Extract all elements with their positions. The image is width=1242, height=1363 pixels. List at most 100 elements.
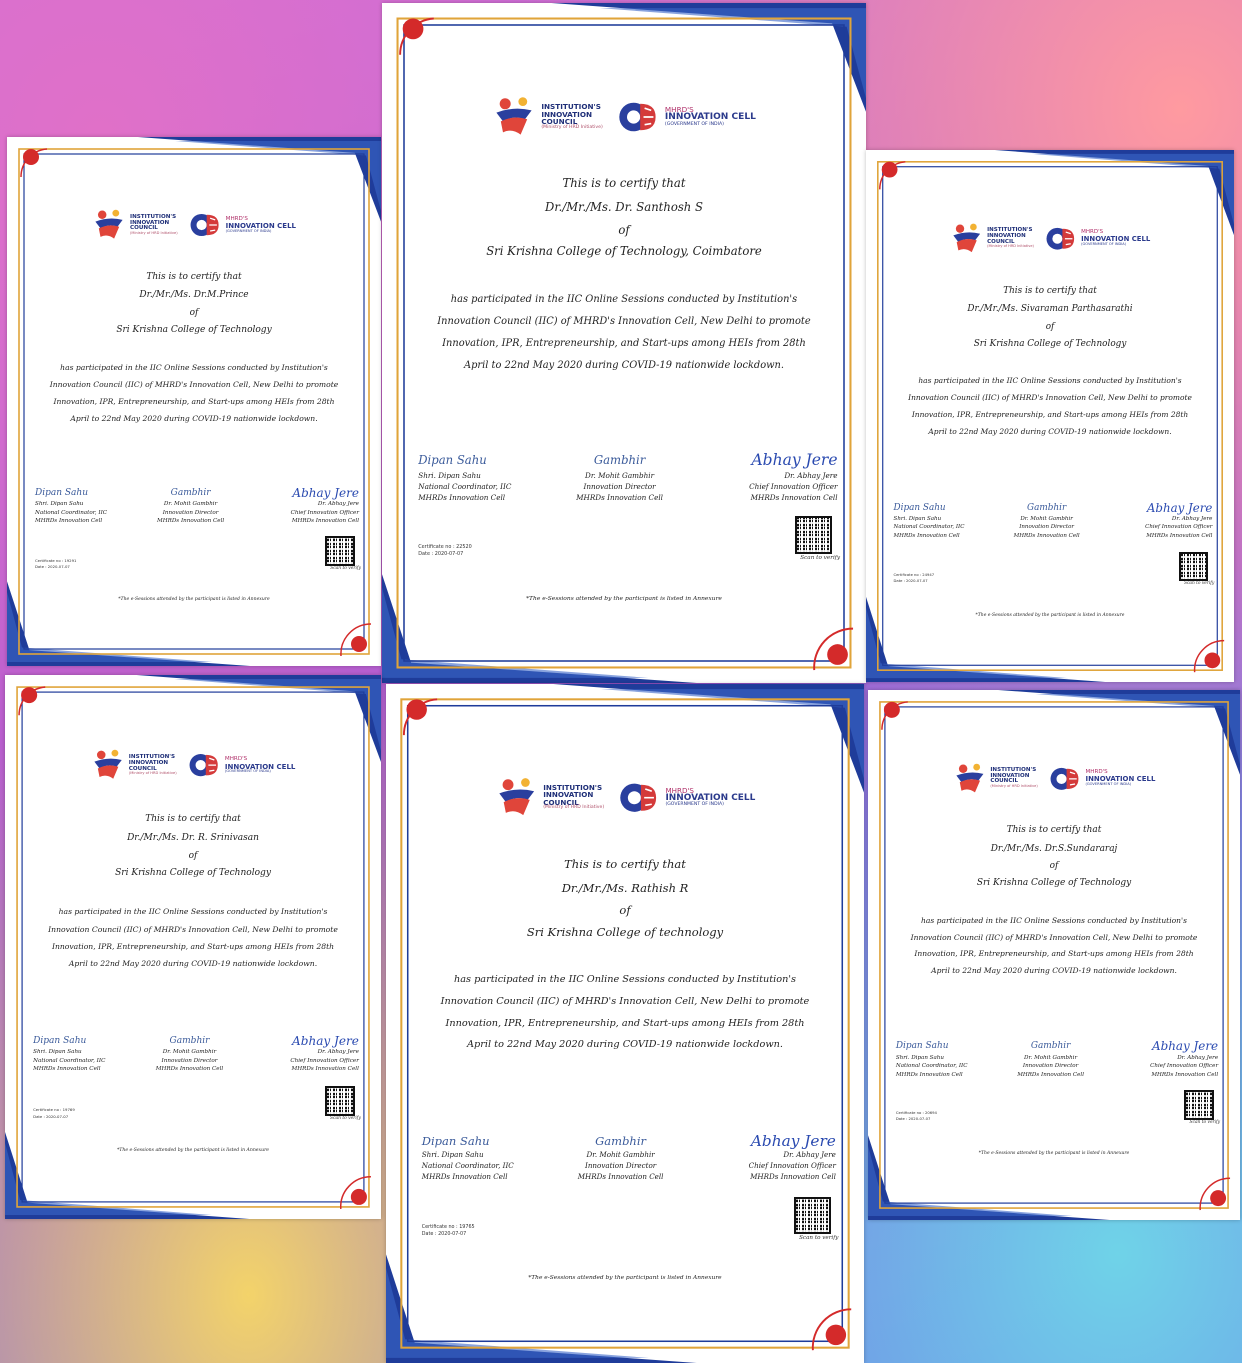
- participation-line: Innovation, IPR, Entrepreneurship, and S…: [445, 1017, 805, 1029]
- signatory-org: MHRDs Innovation Cell: [291, 1066, 359, 1073]
- qr-code[interactable]: [1178, 551, 1209, 582]
- signatory-name: Dr. Mohit Gambhir: [163, 501, 218, 508]
- participation-line: Innovation Council (IIC) of MHRD's Innov…: [910, 932, 1198, 942]
- mic-logo-sub: (GOVERNMENT OF INDIA): [1085, 782, 1132, 787]
- certify-text: This is to certify that: [1003, 285, 1097, 296]
- signatory-name: Shri. Dipan Sahu: [895, 1054, 944, 1061]
- signature-handwriting: Dipan Sahu: [418, 453, 487, 468]
- participation-line: April to 22nd May 2020 during COVID-19 n…: [464, 359, 784, 371]
- mic-logo: MHRD'S INNOVATION CELL (GOVERNMENT OF IN…: [616, 95, 756, 139]
- certificate-number: Certificate no : 24947: [893, 572, 935, 577]
- signatory-name: Dr. Abhay Jere: [784, 471, 838, 481]
- of-text: of: [188, 850, 198, 861]
- scan-to-verify: Scan to verify: [1184, 581, 1215, 587]
- participation-line: Innovation, IPR, Entrepreneurship, and S…: [53, 397, 335, 407]
- signatory-cio: Abhay Jere Dr. Abhay Jere Chief Innovati…: [749, 451, 838, 503]
- signatory-director: Gambhir Dr. Mohit Gambhir Innovation Dir…: [157, 489, 224, 526]
- recipient-name: Dr./Mr./Ms. Rathish R: [561, 880, 689, 895]
- signatory-org: MHRDs Innovation Cell: [750, 493, 838, 503]
- signatory-cio: Abhay Jere Dr. Abhay Jere Chief Innovati…: [1150, 1039, 1219, 1079]
- iic-logo-sub: (Ministry of HRD Initiative): [541, 124, 603, 130]
- mic-logo-sub: (GOVERNMENT OF INDIA): [225, 229, 272, 234]
- qr-code[interactable]: [793, 1196, 831, 1234]
- certificate-date: Date : 2020-07-07: [895, 1117, 931, 1122]
- of-text: of: [189, 307, 199, 318]
- signature-handwriting: Gambhir: [170, 487, 211, 498]
- iic-logo: INSTITUTION'S INNOVATION COUNCIL (Minist…: [950, 222, 1034, 255]
- certificate-meta: Certificate no : 20694 Date : 2020-07-07: [896, 1111, 937, 1123]
- signatory-role: Chief Innovation Officer: [1150, 1063, 1219, 1070]
- qr-code[interactable]: [1184, 1090, 1215, 1120]
- qr-code[interactable]: [324, 1085, 355, 1116]
- certificate-date: Date : 2020-07-07: [418, 551, 464, 558]
- signatory-org: MHRDs Innovation Cell: [35, 518, 103, 525]
- iic-logo-icon: [953, 223, 980, 252]
- certificate-5: INSTITUTION'S INNOVATION COUNCIL (Minist…: [386, 684, 864, 1363]
- signatory-name: Shri. Dipan Sahu: [421, 1150, 484, 1160]
- signatory-org: MHRDs Innovation Cell: [893, 532, 960, 539]
- iic-logo: INSTITUTION'S INNOVATION COUNCIL (Minist…: [492, 95, 603, 139]
- signatory-role: Chief Innovation Officer: [290, 509, 359, 516]
- signatory-org: MHRDs Innovation Cell: [418, 493, 506, 503]
- signatory-role: Innovation Director: [162, 509, 219, 516]
- iic-logo-sub: (Ministry of HRD Initiative): [543, 805, 605, 811]
- signatory-director: Gambhir Dr. Mohit Gambhir Innovation Dir…: [1017, 1042, 1084, 1079]
- signature-handwriting: Abhay Jere: [292, 485, 359, 500]
- participation-line: has participated in the IIC Online Sessi…: [450, 293, 798, 305]
- signatory-role: Innovation Director: [583, 482, 656, 492]
- logo-row: INSTITUTION'S INNOVATION COUNCIL (Minist…: [5, 748, 381, 782]
- annexure-footnote: *The e-Sessions attended by the particip…: [116, 1148, 270, 1154]
- signatory-role: National Coordinator, IIC: [893, 524, 965, 531]
- of-text: of: [619, 903, 631, 918]
- recipient-name: Dr./Mr./Ms. Dr. Santhosh S: [545, 200, 703, 215]
- annexure-footnote: *The e-Sessions attended by the particip…: [526, 594, 722, 602]
- signatory-role: National Coordinator, IIC: [895, 1063, 968, 1070]
- signatory-director: Gambhir Dr. Mohit Gambhir Innovation Dir…: [1014, 502, 1080, 540]
- signatory-name: Shri. Dipan Sahu: [35, 501, 84, 508]
- certificate-3: INSTITUTION'S INNOVATION COUNCIL (Minist…: [866, 150, 1234, 682]
- certificate-number: Certificate no : 19765: [421, 1223, 475, 1230]
- signatory-coordinator: Dipan Sahu Shri. Dipan Sahu National Coo…: [35, 489, 107, 526]
- mic-logo: MHRD'S INNOVATION CELL (GOVERNMENT OF IN…: [617, 776, 755, 819]
- signatory-name: Shri. Dipan Sahu: [33, 1049, 82, 1056]
- participation-line: April to 22nd May 2020 during COVID-19 n…: [931, 966, 1177, 976]
- certify-text: This is to certify that: [562, 176, 686, 191]
- signatory-org: MHRDs Innovation Cell: [421, 1171, 508, 1181]
- certificate-meta: Certificate no : 24947 Date : 2020-07-07: [894, 573, 935, 585]
- signatory-org: MHRDs Innovation Cell: [895, 1071, 963, 1078]
- signatory-name: Shri. Dipan Sahu: [418, 471, 481, 481]
- of-text: of: [1049, 861, 1059, 872]
- signature-handwriting: Abhay Jere: [751, 451, 838, 470]
- signatory-role: Chief Innovation Officer: [1145, 524, 1213, 531]
- participation-line: Innovation, IPR, Entrepreneurship, and S…: [442, 337, 806, 349]
- signature-handwriting: Abhay Jere: [292, 1033, 359, 1048]
- scan-to-verify: Scan to verify: [800, 555, 841, 562]
- mic-logo-sub: (GOVERNMENT OF INDIA): [1081, 242, 1127, 247]
- mic-logo: MHRD'S INNOVATION CELL (GOVERNMENT OF IN…: [1044, 222, 1150, 255]
- signature-handwriting: Gambhir: [1027, 502, 1067, 513]
- qr-code[interactable]: [794, 516, 833, 555]
- signature-handwriting: Dipan Sahu: [33, 1035, 87, 1046]
- signature-handwriting: Abhay Jere: [1146, 500, 1213, 515]
- participation-line: has participated in the IIC Online Sessi…: [918, 376, 1182, 386]
- certificate-number: Certificate no : 19291: [35, 557, 77, 563]
- participation-line: Innovation, IPR, Entrepreneurship, and S…: [914, 949, 1194, 959]
- participation-line: Innovation Council (IIC) of MHRD's Innov…: [440, 995, 810, 1007]
- mic-logo: MHRD'S INNOVATION CELL (GOVERNMENT OF IN…: [1048, 762, 1155, 796]
- qr-code[interactable]: [325, 536, 355, 567]
- signatory-role: Chief Innovation Officer: [290, 1057, 359, 1064]
- signatory-name: Dr. Mohit Gambhir: [585, 471, 655, 481]
- logo-row: INSTITUTION'S INNOVATION COUNCIL (Minist…: [866, 222, 1234, 255]
- signature-handwriting: Abhay Jere: [1151, 1039, 1219, 1054]
- scan-to-verify: Scan to verify: [330, 566, 361, 572]
- signatory-name: Dr. Mohit Gambhir: [162, 1049, 217, 1056]
- signatory-name: Dr. Abhay Jere: [1171, 516, 1213, 523]
- signatory-director: Gambhir Dr. Mohit Gambhir Innovation Dir…: [576, 454, 663, 503]
- scan-to-verify: Scan to verify: [799, 1234, 839, 1241]
- iic-logo-icon: [499, 777, 534, 815]
- participation-line: Innovation, IPR, Entrepreneurship, and S…: [51, 941, 335, 951]
- participation-text: has participated in the IIC Online Sessi…: [890, 913, 1218, 981]
- signatory-name: Dr. Abhay Jere: [317, 501, 359, 508]
- signatory-role: Innovation Director: [161, 1057, 218, 1064]
- of-text: of: [1045, 321, 1055, 332]
